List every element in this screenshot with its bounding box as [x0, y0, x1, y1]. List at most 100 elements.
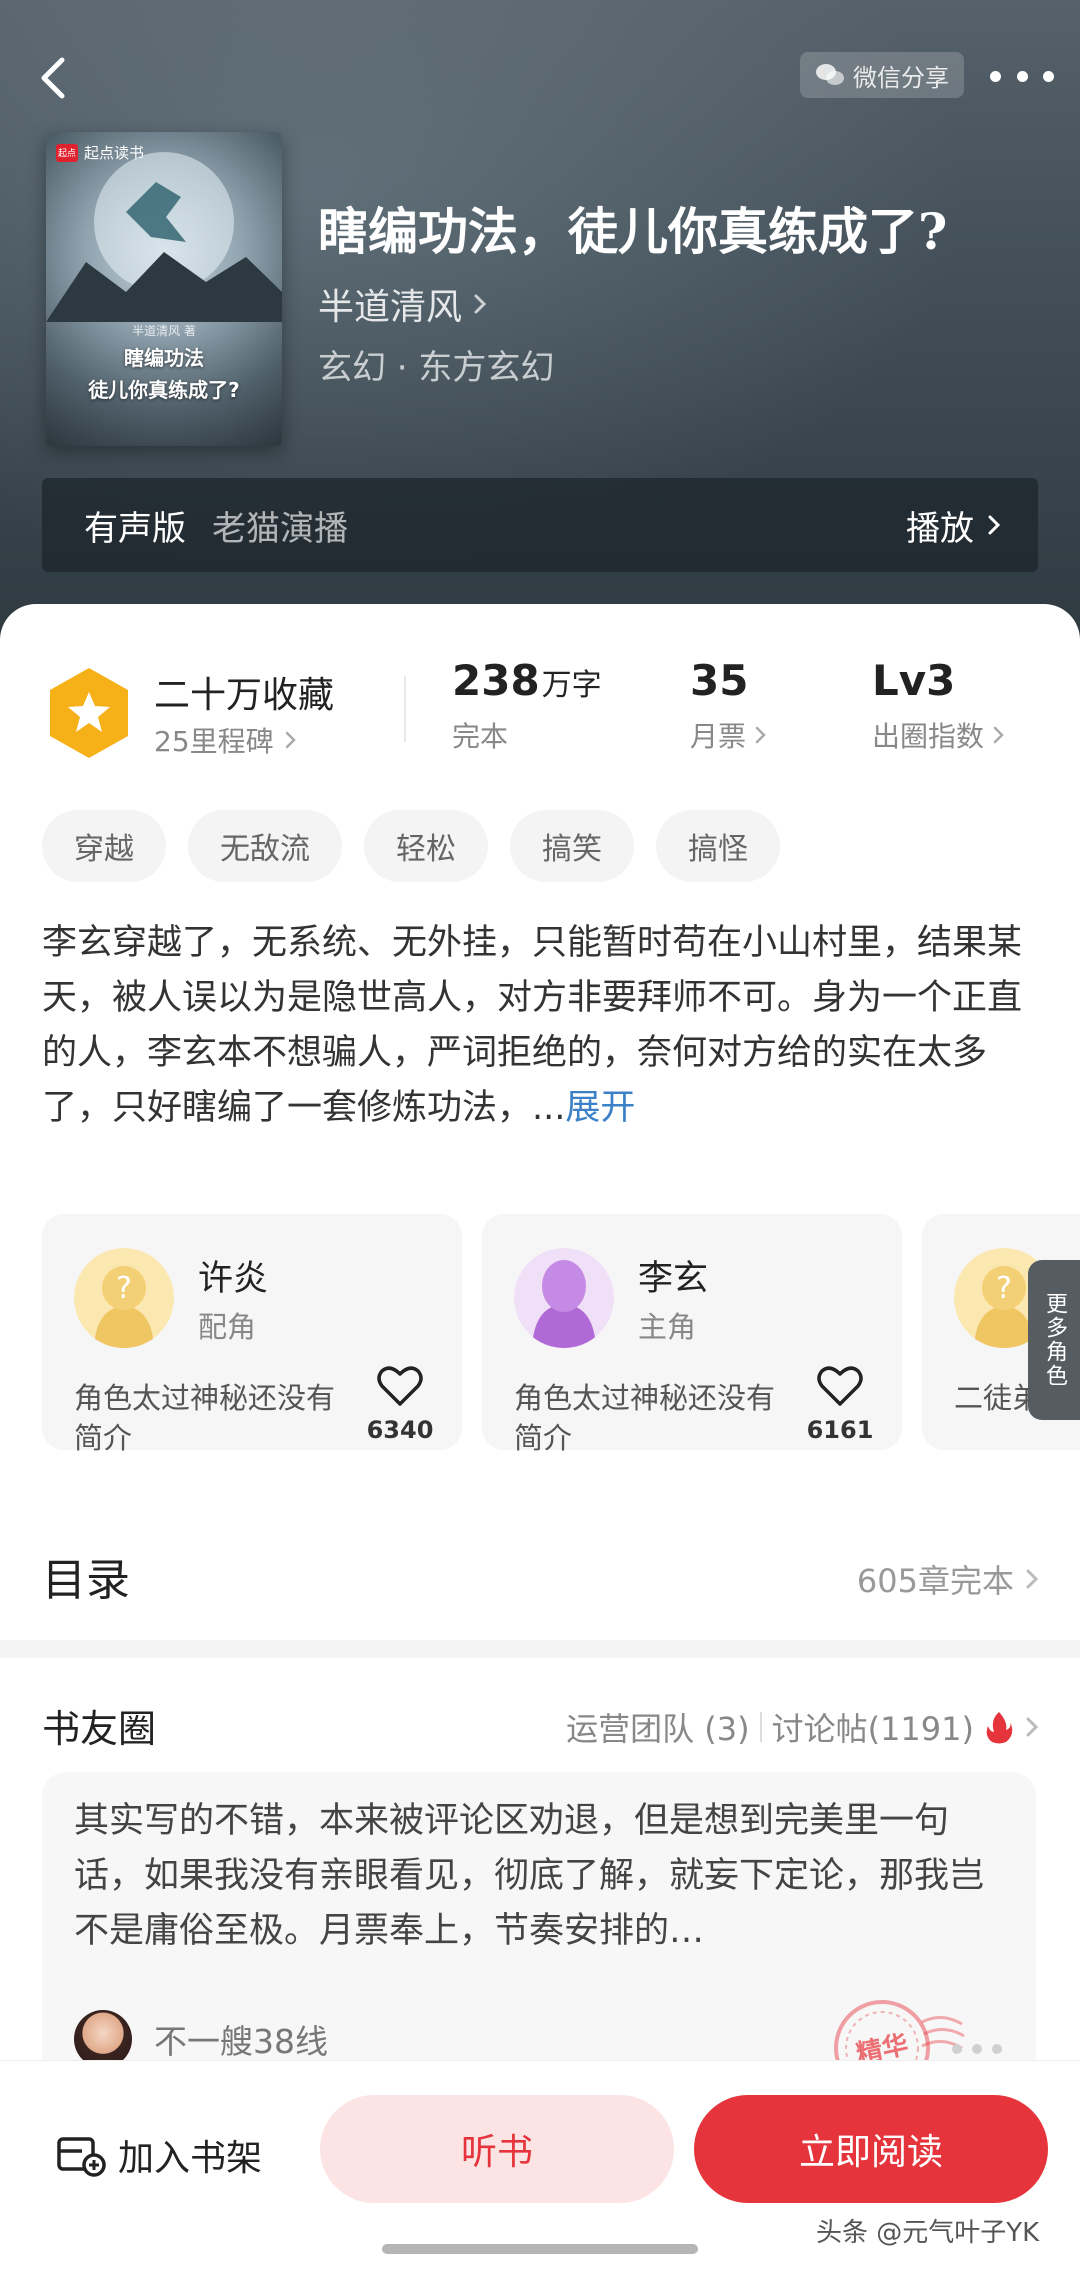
- chevron-right-icon: [285, 731, 296, 749]
- listen-button[interactable]: 听书: [320, 2095, 674, 2203]
- dot-icon: [972, 2044, 982, 2054]
- add-to-shelf-button[interactable]: 加入书架: [56, 2129, 262, 2181]
- monthly-ticket-label: 月票: [690, 720, 747, 753]
- collection-badge-icon: [50, 668, 128, 758]
- dot-icon: [990, 70, 1001, 82]
- hooded-avatar-icon: [514, 1248, 614, 1348]
- monthly-ticket-value: 35: [690, 656, 749, 705]
- tag-list: 穿越 无敌流 轻松 搞笑 搞怪: [42, 810, 780, 882]
- character-role: 主角: [638, 1310, 697, 1344]
- cover-art-icon: [46, 152, 282, 322]
- discussion-posts-link[interactable]: 讨论帖(1191): [772, 1704, 974, 1750]
- audio-play-label: 播放: [906, 508, 974, 549]
- toc-status: 605章完本: [856, 1562, 1014, 1600]
- flame-icon: [986, 1712, 1013, 1744]
- expand-link[interactable]: 展开: [565, 1088, 635, 1128]
- audio-label: 有声版: [84, 508, 186, 549]
- favorites-count: 二十万收藏: [154, 675, 335, 716]
- back-button[interactable]: [24, 48, 84, 108]
- dot-icon: [1043, 70, 1054, 82]
- heart-icon: [377, 1366, 423, 1406]
- svg-text:?: ?: [116, 1271, 132, 1306]
- synopsis-text: 李玄穿越了，无系统、无外挂，只能暂时苟在小山村里，结果某天，被人误以为是隐世高人…: [42, 923, 1023, 1128]
- popularity-label-row: 出圈指数: [872, 715, 1006, 755]
- chevron-right-icon: [755, 726, 766, 744]
- tag-chip[interactable]: 轻松: [364, 810, 488, 882]
- author-link[interactable]: 半道清风: [318, 278, 490, 330]
- reader-circle-links[interactable]: 运营团队 (3) 讨论帖(1191): [566, 1704, 1040, 1750]
- stats-row: 二十万收藏 25里程碑 238 万字 完本 35 月票 Lv3 出圈指数: [0, 656, 1080, 766]
- cover-title-line: 瞎编功法: [124, 346, 204, 370]
- monthly-ticket-label-row: 月票: [690, 715, 768, 755]
- book-detail-card: 二十万收藏 25里程碑 238 万字 完本 35 月票 Lv3 出圈指数 穿越 …: [0, 604, 1080, 2274]
- wechat-icon: [816, 64, 844, 85]
- more-options-button[interactable]: [990, 54, 1054, 98]
- watermark: 头条 @元气叶子YK: [816, 2218, 1040, 2248]
- cover-title-line: 徒儿你真练成了?: [88, 378, 240, 402]
- character-desc: 角色太过神秘还没有简介: [514, 1381, 776, 1455]
- book-title: 瞎编功法，徒儿你真练成了?: [318, 202, 948, 261]
- character-list: ? 许炎 配角 角色太过神秘还没有简介 6340 李玄 主角 角色太过神秘还没有…: [42, 1214, 1080, 1455]
- section-divider: [0, 1640, 1080, 1658]
- add-to-shelf-label: 加入书架: [118, 2138, 263, 2179]
- character-like-count: 6340: [366, 1416, 434, 1444]
- character-desc: 角色太过神秘还没有简介: [74, 1381, 336, 1455]
- reader-circle-header: 书友圈 运营团队 (3) 讨论帖(1191): [0, 1684, 1080, 1764]
- svg-text:?: ?: [996, 1271, 1012, 1306]
- cover-title: 瞎编功法 徒儿你真练成了?: [46, 342, 282, 406]
- featured-post-card[interactable]: 其实写的不错，本来被评论区劝退，但是想到完美里一句话，如果我没有亲眼看见，彻底了…: [42, 1772, 1036, 2092]
- post-username: 不一艘38线: [154, 2022, 328, 2061]
- character-name: 李玄: [638, 1259, 709, 1299]
- read-now-button[interactable]: 立即阅读: [694, 2095, 1048, 2203]
- character-avatar: [514, 1248, 614, 1348]
- popularity-label: 出圈指数: [872, 720, 985, 753]
- character-card[interactable]: ? 许炎 配角 角色太过神秘还没有简介 6340: [42, 1214, 462, 1455]
- synopsis[interactable]: 李玄穿越了，无系统、无外挂，只能暂时苟在小山村里，结果某天，被人误以为是隐世高人…: [42, 916, 1042, 1136]
- back-arrow-icon: [41, 57, 65, 99]
- character-avatar: ?: [74, 1248, 174, 1348]
- table-of-contents-row[interactable]: 目录 605章完本: [0, 1522, 1080, 1650]
- character-like-button[interactable]: 6161: [800, 1364, 880, 1444]
- character-like-button[interactable]: 6340: [360, 1364, 440, 1444]
- character-name: 许炎: [198, 1259, 269, 1299]
- chevron-right-icon: [1026, 1569, 1039, 1589]
- reader-circle-title: 书友圈: [42, 1707, 157, 1751]
- divider: [759, 1712, 762, 1742]
- audio-narrator: 老猫演播: [212, 508, 348, 549]
- heart-icon: [817, 1366, 863, 1406]
- book-genre: 玄幻 · 东方玄幻: [318, 348, 555, 388]
- add-to-shelf-icon: [57, 2137, 106, 2177]
- popularity-level-value: Lv3: [872, 656, 956, 705]
- toc-title: 目录: [42, 1555, 130, 1606]
- toc-status-link[interactable]: 605章完本: [857, 1556, 1040, 1602]
- tag-chip[interactable]: 穿越: [42, 810, 166, 882]
- chevron-right-icon: [1026, 1717, 1039, 1737]
- ops-team-link[interactable]: 运营团队 (3): [566, 1704, 750, 1750]
- pagination-dots: [952, 2044, 1002, 2054]
- milestones-link[interactable]: 25里程碑: [154, 720, 298, 760]
- word-count-value: 238: [452, 656, 540, 705]
- post-text: 其实写的不错，本来被评论区劝退，但是想到完美里一句话，如果我没有亲眼看见，彻底了…: [74, 1801, 985, 1951]
- character-role: 配角: [198, 1310, 257, 1344]
- milestones-label: 25里程碑: [154, 725, 274, 758]
- wechat-share-button[interactable]: 微信分享: [800, 52, 964, 98]
- author-name: 半道清风: [318, 287, 463, 328]
- tag-chip[interactable]: 搞怪: [656, 810, 780, 882]
- audio-play-button[interactable]: 播放: [906, 501, 1002, 550]
- character-card[interactable]: 李玄 主角 角色太过神秘还没有简介 6161: [482, 1214, 902, 1455]
- audio-version-bar[interactable]: 有声版 老猫演播 播放: [42, 478, 1038, 572]
- dot-icon: [952, 2044, 962, 2054]
- monthly-ticket-stat[interactable]: 35 月票: [690, 656, 768, 755]
- dot-icon: [1016, 70, 1028, 82]
- home-indicator[interactable]: [382, 2244, 698, 2254]
- dot-icon: [992, 2044, 1002, 2054]
- popularity-index-stat[interactable]: Lv3 出圈指数: [872, 656, 1006, 755]
- book-header: 微信分享 起点 起点读书 半道清风 著 瞎编功法 徒儿你真练成了? 瞎编功法，徒…: [0, 0, 1080, 640]
- share-label: 微信分享: [853, 63, 949, 92]
- chevron-right-icon: [474, 294, 487, 314]
- tag-chip[interactable]: 无敌流: [188, 810, 342, 882]
- more-characters-button[interactable]: 更多角色: [1028, 1260, 1080, 1420]
- book-cover[interactable]: 起点 起点读书 半道清风 著 瞎编功法 徒儿你真练成了?: [46, 132, 282, 446]
- tag-chip[interactable]: 搞笑: [510, 810, 634, 882]
- character-like-count: 6161: [806, 1416, 874, 1444]
